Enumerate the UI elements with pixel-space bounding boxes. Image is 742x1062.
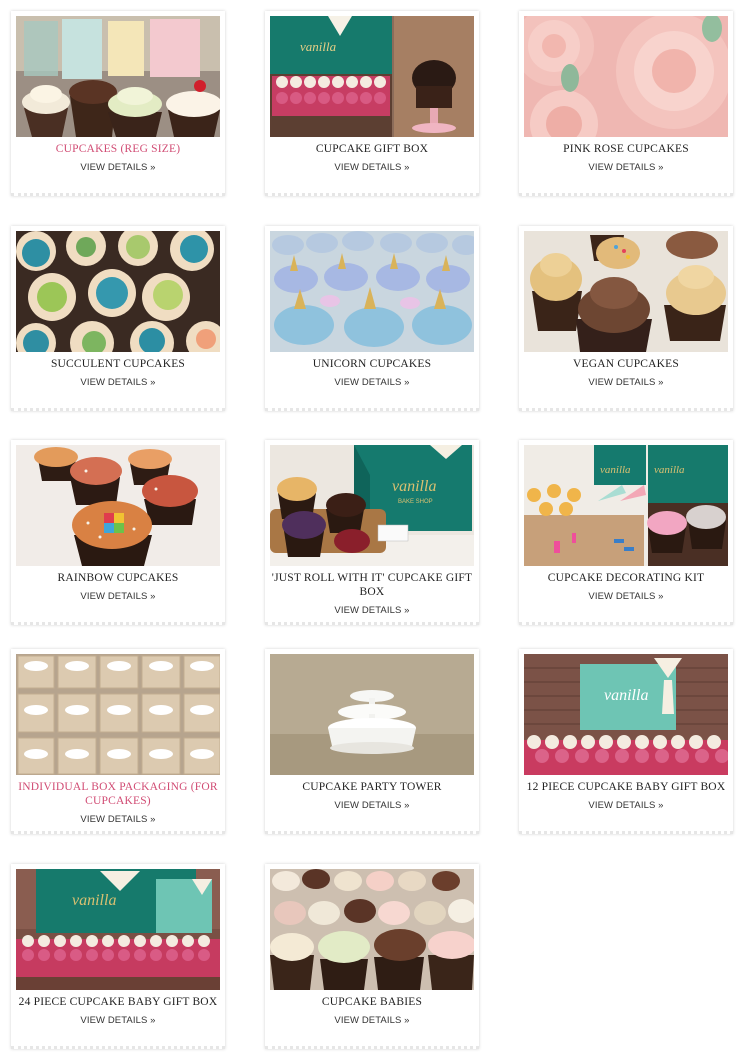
product-card[interactable]: PINK ROSE CUPCAKES VIEW DETAILS » bbox=[519, 11, 733, 196]
product-title[interactable]: CUPCAKE PARTY TOWER bbox=[271, 780, 473, 794]
product-image[interactable]: vanilla bbox=[270, 16, 474, 137]
product-title[interactable]: CUPCAKE BABIES bbox=[271, 995, 473, 1009]
view-details-link[interactable]: VIEW DETAILS » bbox=[11, 591, 225, 602]
product-image[interactable] bbox=[270, 231, 474, 352]
product-image[interactable] bbox=[16, 16, 220, 137]
product-card[interactable]: vanilla BAKE SHOP 'JUST ROLL WITH IT' CU… bbox=[265, 440, 479, 625]
product-image[interactable]: vanilla BAKE SHOP bbox=[270, 445, 474, 566]
product-title[interactable]: 24 PIECE CUPCAKE BABY GIFT BOX bbox=[17, 995, 219, 1009]
view-details-link[interactable]: VIEW DETAILS » bbox=[265, 800, 479, 811]
product-image[interactable] bbox=[16, 654, 220, 775]
product-title[interactable]: UNICORN CUPCAKES bbox=[271, 357, 473, 371]
view-details-link[interactable]: VIEW DETAILS » bbox=[519, 377, 733, 388]
view-details-link[interactable]: VIEW DETAILS » bbox=[519, 162, 733, 173]
view-details-link[interactable]: VIEW DETAILS » bbox=[265, 377, 479, 388]
product-image[interactable] bbox=[16, 445, 220, 566]
product-title[interactable]: VEGAN CUPCAKES bbox=[525, 357, 727, 371]
svg-text:vanilla: vanilla bbox=[604, 687, 648, 704]
svg-text:vanilla: vanilla bbox=[72, 892, 116, 909]
product-card[interactable]: VEGAN CUPCAKES VIEW DETAILS » bbox=[519, 226, 733, 411]
product-image[interactable]: vanilla bbox=[524, 654, 728, 775]
product-card[interactable]: RAINBOW CUPCAKES VIEW DETAILS » bbox=[11, 440, 225, 625]
view-details-link[interactable]: VIEW DETAILS » bbox=[265, 1015, 479, 1026]
view-details-link[interactable]: VIEW DETAILS » bbox=[265, 605, 479, 616]
product-image[interactable] bbox=[16, 231, 220, 352]
product-title[interactable]: SUCCULENT CUPCAKES bbox=[17, 357, 219, 371]
product-image[interactable]: vanilla bbox=[16, 869, 220, 990]
product-title[interactable]: CUPCAKE DECORATING KIT bbox=[525, 571, 727, 585]
product-card[interactable]: vanilla 12 PIECE CUPCAKE BABY GIFT BOX V… bbox=[519, 649, 733, 834]
product-card[interactable]: SUCCULENT CUPCAKES VIEW DETAILS » bbox=[11, 226, 225, 411]
svg-text:vanilla: vanilla bbox=[300, 39, 337, 54]
product-image[interactable] bbox=[524, 16, 728, 137]
view-details-link[interactable]: VIEW DETAILS » bbox=[265, 162, 479, 173]
product-card[interactable]: vanilla vanilla CUPCAKE DECORATING KIT V… bbox=[519, 440, 733, 625]
product-title[interactable]: INDIVIDUAL BOX PACKAGING (FOR CUPCAKES) bbox=[17, 780, 219, 808]
view-details-link[interactable]: VIEW DETAILS » bbox=[519, 800, 733, 811]
svg-text:vanilla: vanilla bbox=[654, 464, 685, 476]
view-details-link[interactable]: VIEW DETAILS » bbox=[519, 591, 733, 602]
product-card[interactable]: CUPCAKES (REG SIZE) VIEW DETAILS » bbox=[11, 11, 225, 196]
product-card[interactable]: vanilla CUPCAKE GIFT BOX VIEW DETAILS » bbox=[265, 11, 479, 196]
product-card[interactable]: INDIVIDUAL BOX PACKAGING (FOR CUPCAKES) … bbox=[11, 649, 225, 834]
product-card[interactable]: CUPCAKE PARTY TOWER VIEW DETAILS » bbox=[265, 649, 479, 834]
product-title[interactable]: PINK ROSE CUPCAKES bbox=[525, 142, 727, 156]
view-details-link[interactable]: VIEW DETAILS » bbox=[11, 377, 225, 388]
svg-text:vanilla: vanilla bbox=[392, 478, 436, 495]
product-card[interactable]: UNICORN CUPCAKES VIEW DETAILS » bbox=[265, 226, 479, 411]
product-image[interactable]: vanilla vanilla bbox=[524, 445, 728, 566]
svg-text:BAKE SHOP: BAKE SHOP bbox=[398, 499, 433, 505]
product-title[interactable]: 'JUST ROLL WITH IT' CUPCAKE GIFT BOX bbox=[271, 571, 473, 599]
view-details-link[interactable]: VIEW DETAILS » bbox=[11, 814, 225, 825]
product-title[interactable]: RAINBOW CUPCAKES bbox=[17, 571, 219, 585]
svg-text:vanilla: vanilla bbox=[600, 464, 631, 476]
product-title[interactable]: 12 PIECE CUPCAKE BABY GIFT BOX bbox=[525, 780, 727, 794]
view-details-link[interactable]: VIEW DETAILS » bbox=[11, 1015, 225, 1026]
view-details-link[interactable]: VIEW DETAILS » bbox=[11, 162, 225, 173]
product-card[interactable]: CUPCAKE BABIES VIEW DETAILS » bbox=[265, 864, 479, 1049]
product-image[interactable] bbox=[270, 654, 474, 775]
product-card[interactable]: vanilla 24 PIECE CUPCAKE BABY GIFT BOX V… bbox=[11, 864, 225, 1049]
product-image[interactable] bbox=[524, 231, 728, 352]
product-title[interactable]: CUPCAKE GIFT BOX bbox=[271, 142, 473, 156]
product-image[interactable] bbox=[270, 869, 474, 990]
product-title[interactable]: CUPCAKES (REG SIZE) bbox=[17, 142, 219, 156]
